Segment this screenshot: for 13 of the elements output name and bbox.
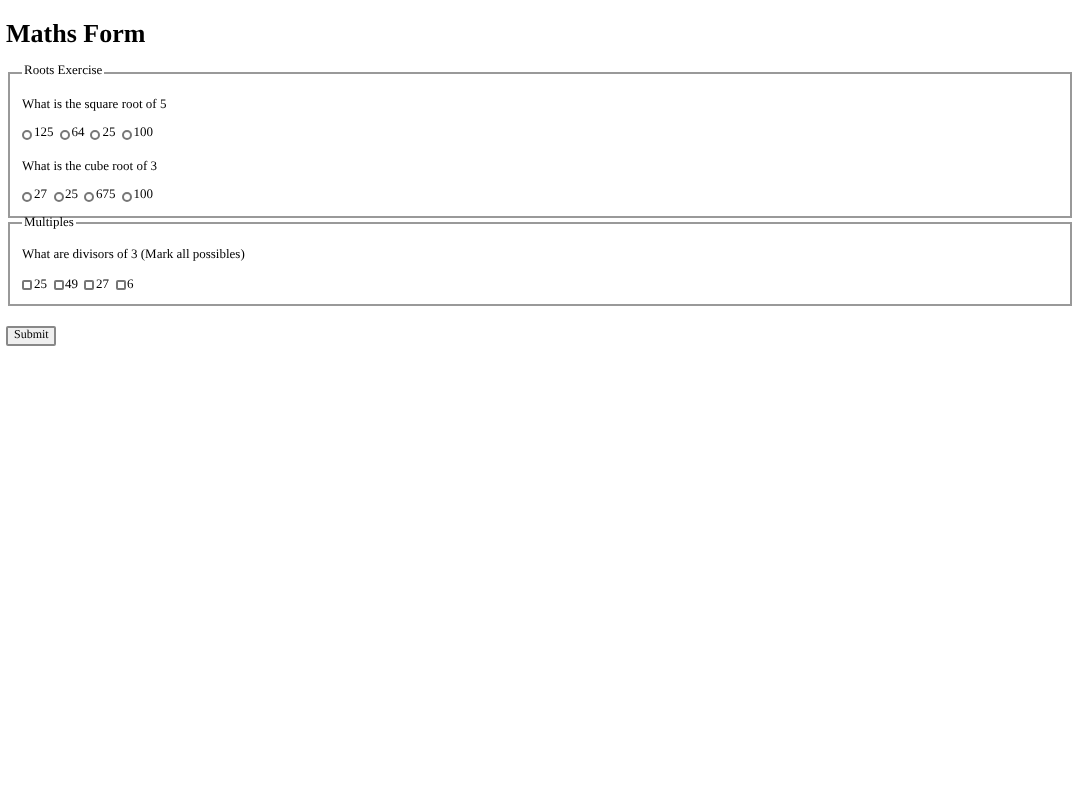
- checkbox[interactable]: [53, 280, 63, 291]
- radio-button[interactable]: [121, 129, 132, 140]
- radio-button[interactable]: [90, 129, 101, 140]
- radio-button[interactable]: [121, 191, 132, 202]
- radio-button[interactable]: [84, 191, 94, 202]
- checkbox[interactable]: [115, 280, 125, 291]
- form-title: Maths Form: [6, 16, 146, 52]
- checkbox[interactable]: [84, 280, 94, 291]
- checkbox[interactable]: [22, 280, 32, 291]
- radio-button[interactable]: [53, 191, 63, 202]
- radio-button[interactable]: [59, 129, 70, 140]
- radio-button[interactable]: [22, 191, 32, 202]
- radio-button[interactable]: [22, 129, 32, 140]
